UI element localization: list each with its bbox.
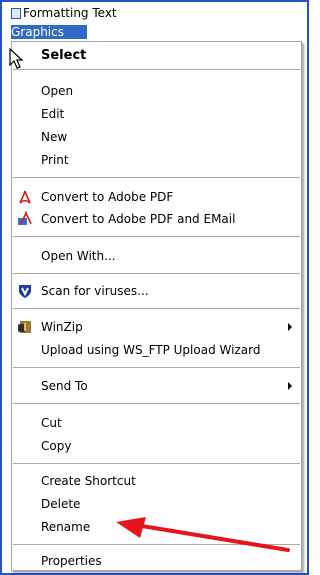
menu-item-label: Open With... [41, 249, 116, 263]
file-item-label: Formatting Text [23, 6, 117, 20]
file-item-formatting-text[interactable]: Formatting Text [11, 6, 171, 20]
adobe-pdf-email-icon [17, 210, 33, 227]
menu-item-label: Convert to Adobe PDF and EMail [41, 212, 236, 226]
menu-item-label: Edit [41, 107, 65, 121]
menu-item-label: Rename [41, 520, 91, 534]
adobe-pdf-icon [17, 189, 33, 205]
menu-item-label: Scan for viruses... [41, 284, 149, 298]
context-menu: Select Open Edit New Print Convert to Ad… [11, 41, 302, 571]
menu-separator [13, 403, 300, 404]
menu-separator [13, 236, 300, 237]
menu-item-winzip[interactable]: WinZip [12, 316, 301, 338]
menu-item-label: Send To [41, 379, 88, 393]
menu-separator [13, 463, 300, 464]
shield-v-icon [17, 283, 33, 299]
menu-item-cut[interactable]: Cut [12, 412, 301, 434]
menu-item-label: New [41, 130, 68, 144]
menu-item-open[interactable]: Open [12, 80, 301, 102]
menu-item-scan-viruses[interactable]: Scan for viruses... [12, 280, 301, 302]
menu-item-label: Convert to Adobe PDF [41, 190, 174, 204]
menu-item-new[interactable]: New [12, 126, 301, 148]
menu-item-label: Cut [41, 416, 62, 430]
file-item-graphics[interactable]: Graphics [11, 25, 87, 39]
menu-item-edit[interactable]: Edit [12, 103, 301, 125]
menu-item-create-shortcut[interactable]: Create Shortcut [12, 470, 301, 492]
menu-item-label: Copy [41, 439, 72, 453]
file-item-label: Graphics [11, 25, 64, 39]
file-icon [11, 7, 21, 19]
menu-item-delete[interactable]: Delete [12, 493, 301, 515]
menu-item-label: Print [41, 153, 69, 167]
menu-item-label: WinZip [41, 320, 83, 334]
menu-item-send-to[interactable]: Send To [12, 375, 301, 397]
menu-item-copy[interactable]: Copy [12, 435, 301, 457]
menu-separator [13, 177, 300, 178]
winzip-icon [17, 319, 33, 335]
screenshot-frame: Formatting Text Graphics Select Open Edi… [0, 0, 309, 575]
submenu-arrow-icon [288, 323, 292, 331]
menu-item-open-with[interactable]: Open With... [12, 245, 301, 267]
menu-item-print[interactable]: Print [12, 149, 301, 171]
menu-item-label: Select [41, 47, 87, 63]
menu-item-label: Properties [41, 554, 102, 568]
arrow-cursor-icon [9, 48, 24, 69]
menu-item-convert-pdf[interactable]: Convert to Adobe PDF [12, 186, 301, 208]
submenu-arrow-icon [288, 382, 292, 390]
menu-item-select[interactable]: Select [12, 44, 301, 66]
menu-item-convert-pdf-email[interactable]: Convert to Adobe PDF and EMail [12, 208, 301, 230]
menu-item-upload-ws-ftp[interactable]: Upload using WS_FTP Upload Wizard [12, 339, 301, 361]
menu-separator [13, 69, 300, 70]
menu-separator [13, 273, 300, 274]
menu-item-label: Upload using WS_FTP Upload Wizard [41, 343, 261, 357]
menu-item-label: Delete [41, 497, 81, 511]
menu-item-label: Open [41, 84, 74, 98]
menu-item-label: Create Shortcut [41, 474, 136, 488]
menu-separator [13, 367, 300, 368]
menu-separator [13, 308, 300, 309]
annotation-arrow [116, 517, 290, 552]
